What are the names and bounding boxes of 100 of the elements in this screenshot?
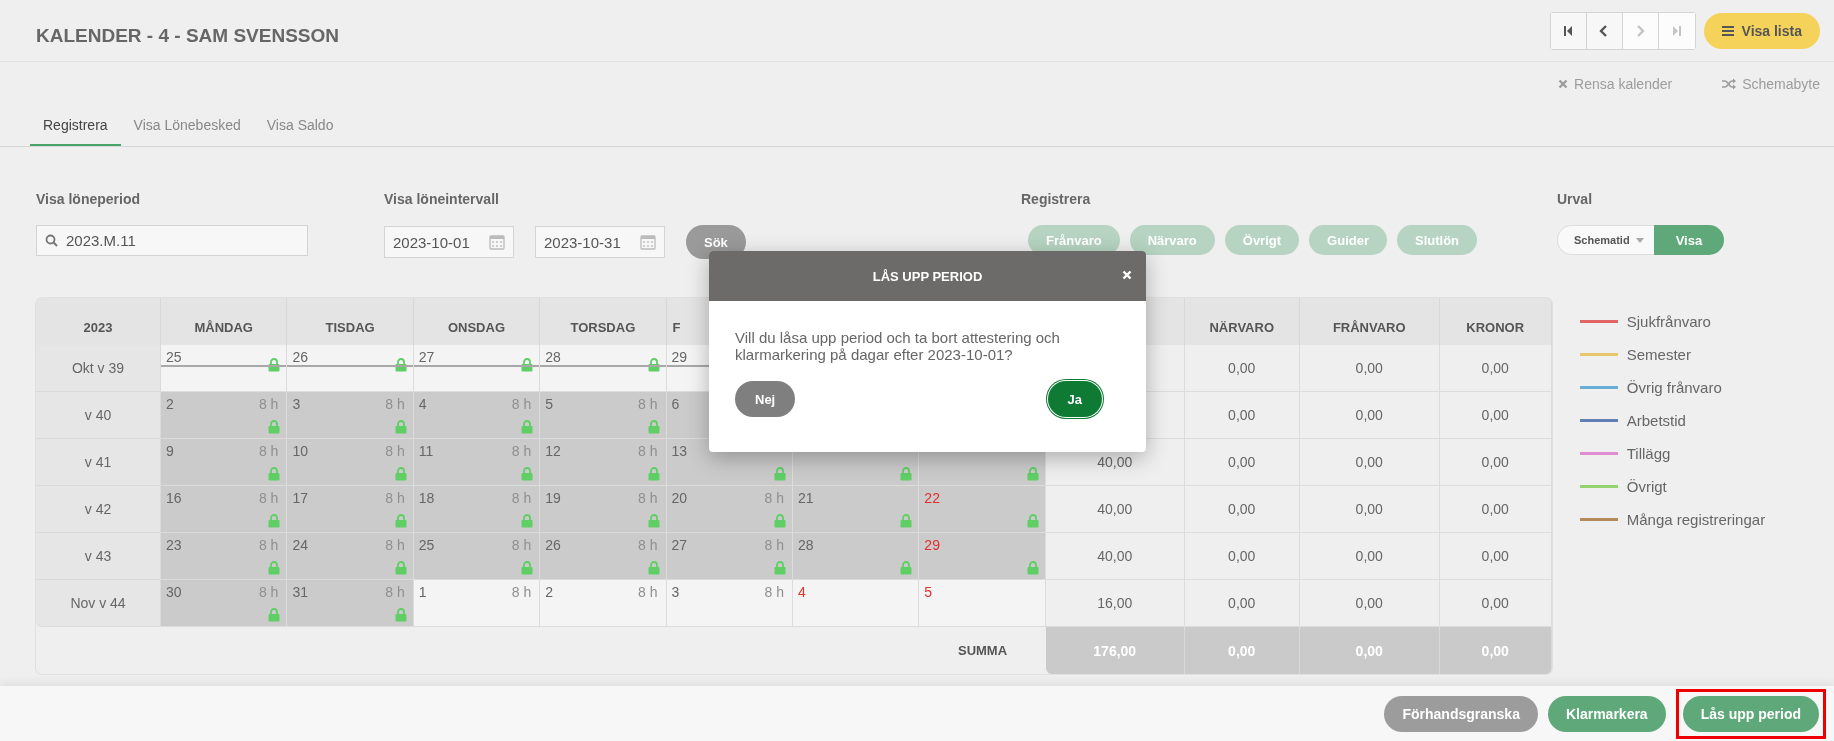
- search-field[interactable]: 2023.M.11: [36, 225, 308, 256]
- close-icon: [1122, 270, 1132, 280]
- day-cell[interactable]: 26: [287, 345, 414, 392]
- day-cell[interactable]: 31 8 h: [287, 580, 414, 627]
- total-cell: 0,00: [1184, 486, 1300, 533]
- day-cell[interactable]: 12 8 h: [540, 439, 667, 486]
- day-number: 10: [292, 443, 308, 459]
- day-cell[interactable]: 25 8 h: [413, 533, 541, 580]
- tab[interactable]: Visa Saldo: [253, 105, 347, 146]
- day-cell[interactable]: 5: [919, 580, 1046, 627]
- date-field[interactable]: 2023-10-01: [384, 226, 514, 258]
- day-cell[interactable]: 25: [161, 345, 288, 392]
- hours-label: 8 h: [638, 537, 658, 553]
- total-cell: 0,00: [1299, 580, 1440, 627]
- day-cell[interactable]: 10 8 h: [287, 439, 414, 486]
- hours-label: 8 h: [638, 490, 658, 506]
- hours-label: 8 h: [511, 443, 532, 459]
- day-cell[interactable]: 29: [919, 533, 1046, 580]
- hours-label: 8 h: [385, 396, 405, 412]
- day-number: 5: [924, 584, 933, 600]
- legend-label: Många registreringar: [1626, 511, 1766, 528]
- day-number: 23: [166, 537, 182, 553]
- day-number: 3: [292, 396, 301, 412]
- hours-label: 8 h: [764, 537, 784, 553]
- day-cell[interactable]: 27 8 h: [666, 533, 793, 580]
- close-icon: [1558, 78, 1569, 89]
- day-number: 30: [166, 584, 182, 600]
- day-cell[interactable]: 3 8 h: [287, 392, 414, 439]
- hours-label: 8 h: [385, 537, 405, 553]
- page-title: KALENDER - 4 - SAM SVENSSON: [36, 24, 339, 47]
- calendar-icon: [640, 234, 656, 250]
- total-cell: 0,00: [1184, 345, 1300, 392]
- total-cell: 0,00: [1299, 345, 1440, 392]
- day-cell[interactable]: 30 8 h: [161, 580, 288, 627]
- date-field[interactable]: 2023-10-31: [535, 226, 665, 258]
- day-cell[interactable]: 20 8 h: [666, 486, 793, 533]
- day-number: 11: [418, 443, 434, 459]
- hours-label: 8 h: [258, 443, 279, 459]
- hours-label: 8 h: [258, 490, 279, 506]
- hours-label: 8 h: [385, 490, 405, 506]
- day-cell[interactable]: 4: [792, 580, 920, 627]
- schedule-dropdown[interactable]: Schematid: [1557, 225, 1654, 255]
- chevron-left-icon: [1599, 24, 1610, 37]
- tab[interactable]: Registrera: [30, 105, 121, 146]
- day-number: 20: [671, 490, 688, 506]
- day-cell[interactable]: 28: [792, 533, 920, 580]
- hours-label: 8 h: [258, 537, 279, 553]
- list-button[interactable]: Visa lista: [1703, 12, 1820, 49]
- legend-label: Övrigt: [1626, 478, 1667, 495]
- day-cell[interactable]: 24 8 h: [287, 533, 414, 580]
- day-number: 16: [166, 490, 182, 506]
- day-cell[interactable]: 18 8 h: [413, 486, 541, 533]
- hours-label: 8 h: [511, 396, 532, 412]
- pager-button[interactable]: [1550, 12, 1587, 49]
- day-number: 21: [797, 490, 814, 506]
- day-cell[interactable]: 26 8 h: [540, 533, 667, 580]
- total-cell: 0,00: [1439, 533, 1552, 580]
- day-cell[interactable]: 2 8 h: [540, 580, 667, 627]
- close-button[interactable]: [1122, 270, 1132, 280]
- legend-label: Övrig frånvaro: [1626, 379, 1722, 396]
- legend-label: Semester: [1626, 346, 1691, 363]
- field-label: Urval: [1557, 191, 1594, 207]
- day-cell[interactable]: 27: [413, 345, 541, 392]
- day-cell[interactable]: 2 8 h: [161, 392, 288, 439]
- day-cell[interactable]: 23 8 h: [161, 533, 288, 580]
- day-cell[interactable]: 16 8 h: [161, 486, 288, 533]
- footer-button[interactable]: Lås upp period: [1682, 695, 1819, 732]
- day-number: 28: [797, 537, 814, 553]
- hours-label: 8 h: [764, 490, 784, 506]
- day-cell[interactable]: 17 8 h: [287, 486, 414, 533]
- footer-button[interactable]: Förhandsgranska: [1384, 695, 1538, 732]
- caret-down-icon: [1635, 237, 1644, 243]
- day-cell[interactable]: 5 8 h: [540, 392, 667, 439]
- day-number: 29: [924, 537, 940, 553]
- field-label: Visa löneintervall: [384, 191, 500, 207]
- day-cell[interactable]: 21: [792, 486, 920, 533]
- footer-button[interactable]: Klarmarkera: [1547, 695, 1666, 732]
- day-number: 17: [292, 490, 308, 506]
- cancel-button[interactable]: Nej: [735, 381, 796, 417]
- day-cell[interactable]: 4 8 h: [413, 392, 541, 439]
- hours-label: 8 h: [511, 584, 532, 600]
- day-cell[interactable]: 28: [540, 345, 667, 392]
- confirm-button[interactable]: Ja: [1047, 381, 1102, 417]
- show-button[interactable]: Visa: [1653, 225, 1725, 255]
- day-cell[interactable]: 1 8 h: [413, 580, 541, 627]
- day-number: 9: [166, 443, 174, 459]
- day-cell[interactable]: 3 8 h: [666, 580, 793, 627]
- day-number: 26: [545, 537, 561, 553]
- total-cell: 0,00: [1184, 439, 1300, 486]
- hours-label: 8 h: [764, 584, 784, 600]
- total-cell: 0,00: [1439, 580, 1552, 627]
- total-cell: 0,00: [1439, 486, 1552, 533]
- day-cell[interactable]: 22: [919, 486, 1046, 533]
- hours-label: 8 h: [385, 443, 405, 459]
- day-cell[interactable]: 19 8 h: [540, 486, 667, 533]
- day-cell[interactable]: 11 8 h: [413, 439, 541, 486]
- day-number: 27: [671, 537, 688, 553]
- day-cell[interactable]: 9 8 h: [161, 439, 288, 486]
- tab[interactable]: Visa Lönebesked: [120, 105, 254, 146]
- total-cell: 0,00: [1299, 439, 1440, 486]
